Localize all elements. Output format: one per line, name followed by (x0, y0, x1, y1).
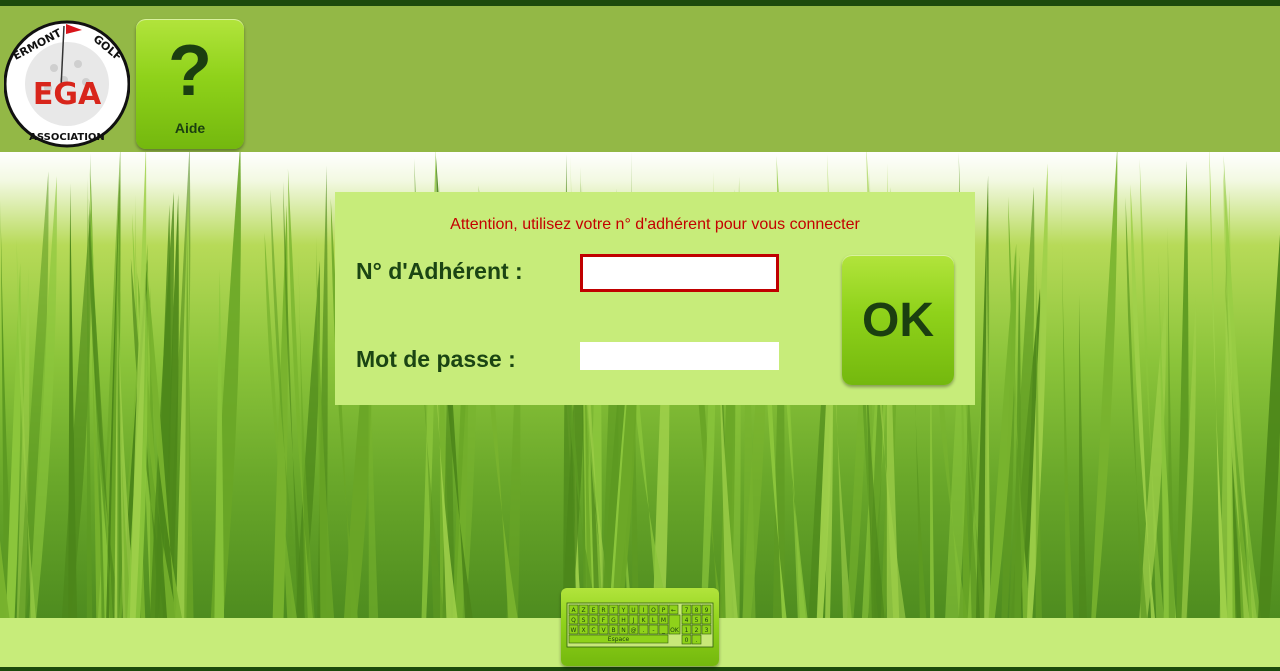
keyboard-key-label: D (591, 617, 596, 624)
keyboard-key-label: H (621, 617, 626, 624)
keyboard-key-label: X (581, 627, 585, 634)
keyboard-key-label: 0 (685, 637, 689, 644)
keyboard-key-label: P (662, 607, 666, 614)
keyboard-key-label: - (652, 627, 654, 634)
keyboard-key-label: S (582, 617, 586, 624)
keyboard-key-label: E (592, 607, 596, 614)
keyboard-key-label: . (643, 627, 645, 634)
ok-button-label: OK (862, 294, 934, 347)
keyboard-key-label: Z (581, 607, 585, 614)
grass-blade (1167, 226, 1176, 618)
keyboard-icon: A Z E R T Y U I O P ←Q S D F G H J K L MW X C V B N @. - _ OKEspace7… (566, 602, 714, 648)
help-button[interactable]: ? Aide (136, 19, 244, 149)
keyboard-key-label: 8 (695, 607, 699, 614)
keyboard-key-label: C (591, 627, 595, 634)
keyboard-key-label: ← (671, 607, 676, 614)
keyboard-key-label: 5 (695, 617, 699, 624)
grass-blade (1258, 234, 1280, 618)
keyboard-key-label: OK (670, 627, 680, 634)
keyboard-key-label: Espace (608, 636, 630, 643)
grass-blade (1061, 170, 1074, 618)
keyboard-key-label: 3 (705, 627, 709, 634)
password-input[interactable] (580, 342, 779, 370)
keyboard-key-label: 1 (685, 627, 689, 634)
keyboard-key-label: 4 (685, 617, 689, 624)
keyboard-key-label: Y (621, 607, 626, 614)
login-panel: Attention, utilisez votre n° d'adhérent … (335, 192, 975, 405)
keyboard-key-label: J (632, 617, 635, 624)
header: ERMONT GOLF EGA ASSOCIATION ? Aide (0, 6, 1280, 152)
keyboard-key-label: G (611, 617, 616, 624)
grass-blade (1079, 294, 1087, 618)
keyboard-key-label: 7 (685, 607, 689, 614)
keyboard-key-label: N (621, 627, 626, 634)
logo-bottom-text: ASSOCIATION (29, 132, 105, 143)
keyboard-key-label: 2 (695, 627, 699, 634)
keyboard-key-label: . (696, 637, 698, 644)
keyboard-key-label: 6 (705, 617, 709, 624)
keyboard-key-label: T (611, 607, 616, 614)
password-label: Mot de passe : (356, 346, 516, 372)
logo-center-text: EGA (33, 77, 102, 112)
bottom-stripe (0, 667, 1280, 671)
help-label: Aide (174, 120, 206, 136)
keyboard-key-label: O (651, 607, 656, 614)
ega-logo: ERMONT GOLF EGA ASSOCIATION (3, 18, 131, 150)
keyboard-key-label: W (571, 627, 577, 634)
keyboard-key-label: Q (571, 617, 576, 624)
grass-blade (129, 152, 147, 618)
member-number-input[interactable] (580, 254, 779, 292)
keyboard-key-label: F (602, 617, 606, 624)
keyboard-key-label: B (611, 627, 615, 634)
keyboard-key-label: U (631, 607, 635, 614)
help-question-icon: ? (168, 31, 212, 111)
grass-blade (210, 152, 241, 618)
login-notice: Attention, utilisez votre n° d'adhérent … (450, 216, 860, 233)
keyboard-key-label: R (601, 607, 605, 614)
ok-button[interactable]: OK (842, 255, 954, 385)
keyboard-key-label: I (643, 607, 645, 614)
virtual-keyboard-button[interactable]: A Z E R T Y U I O P ← Q S D F G H J K L M W X C V B N @. - _ OK Espace 7… (561, 588, 719, 666)
keyboard-key-label: @ (631, 627, 637, 634)
keyboard-key-label: M (661, 617, 666, 624)
grass-blade (1091, 152, 1118, 618)
keyboard-key-label: 9 (705, 607, 709, 614)
member-number-label: N° d'Adhérent : (356, 258, 523, 284)
